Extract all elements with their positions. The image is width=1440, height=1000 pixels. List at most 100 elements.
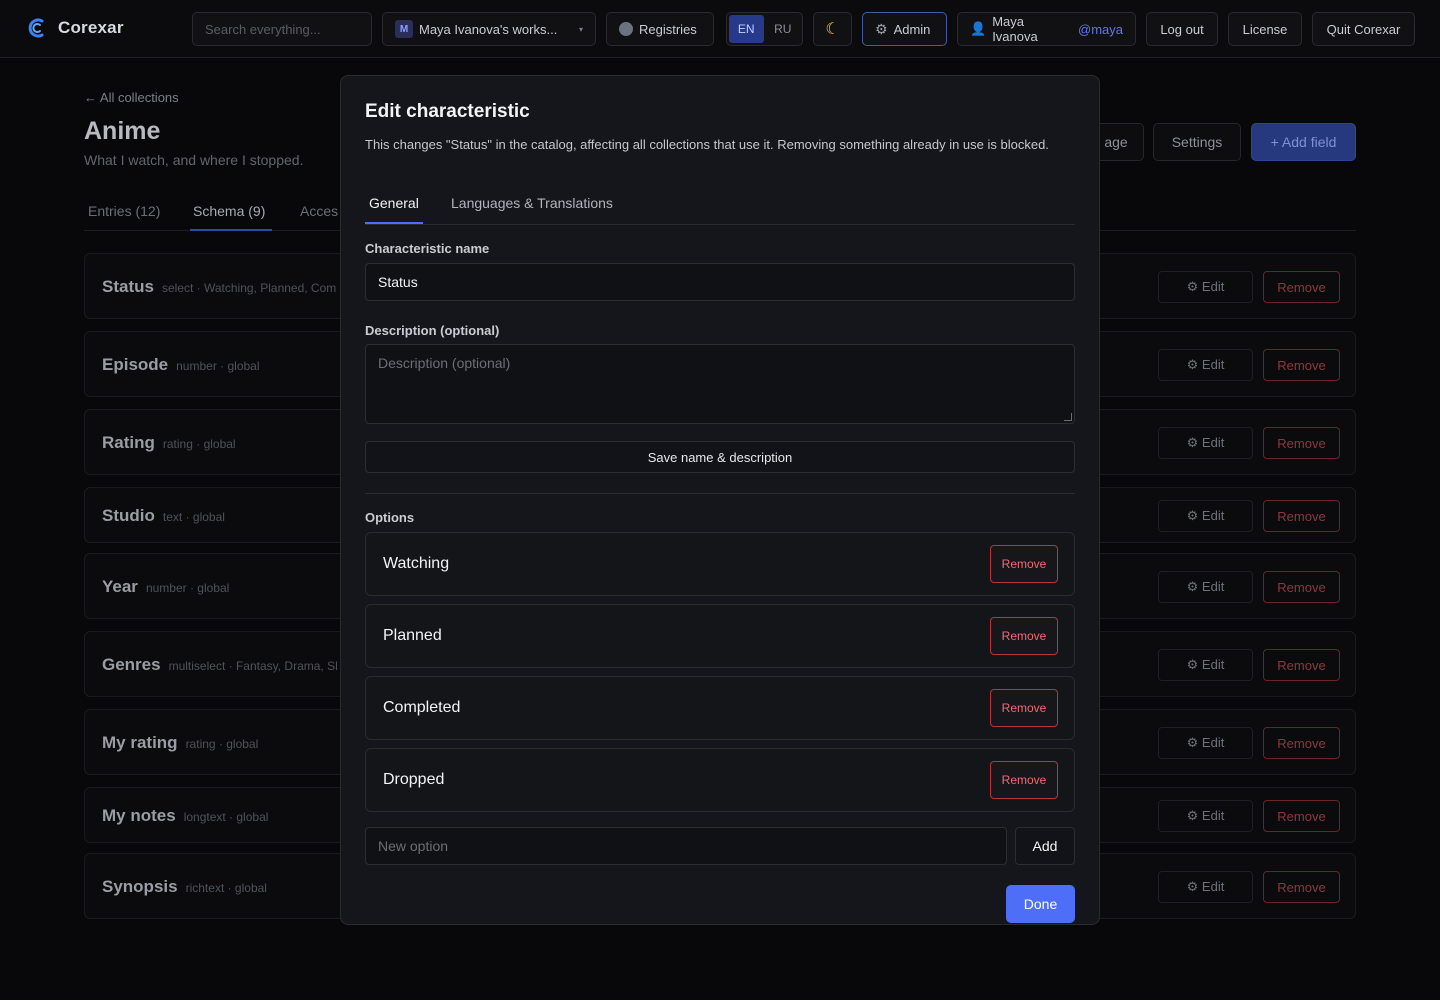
remove-field-button[interactable]: Remove xyxy=(1263,271,1340,303)
description-textarea[interactable]: Description (optional) xyxy=(365,344,1075,424)
field-name-text: Genres xyxy=(102,655,161,674)
field-name: Year number · global xyxy=(102,577,229,597)
field-name: Genres multiselect · Fantasy, Drama, Sl xyxy=(102,655,338,675)
resize-handle-icon[interactable] xyxy=(1064,413,1072,421)
edit-field-button[interactable]: ⚙ Edit xyxy=(1158,427,1253,459)
field-name: Episode number · global xyxy=(102,355,260,375)
logout-button[interactable]: Log out xyxy=(1146,12,1218,46)
active-tab-indicator xyxy=(190,229,272,231)
description-label: Description (optional) xyxy=(365,323,500,338)
gear-icon: ⚙ xyxy=(875,20,888,37)
registries-button[interactable]: Registries xyxy=(606,12,714,46)
edit-field-button[interactable]: ⚙ Edit xyxy=(1158,800,1253,832)
field-name: Studio text · global xyxy=(102,506,225,526)
user-name: Maya Ivanova xyxy=(992,14,1038,44)
field-name-text: Status xyxy=(102,277,154,296)
search-placeholder: Search everything... xyxy=(205,21,321,37)
settings-button[interactable]: Settings xyxy=(1153,123,1241,161)
remove-field-button[interactable]: Remove xyxy=(1263,349,1340,381)
done-button[interactable]: Done xyxy=(1006,885,1075,923)
quit-button[interactable]: Quit Corexar xyxy=(1312,12,1415,46)
admin-button[interactable]: ⚙ Admin xyxy=(862,12,947,46)
edit-field-button[interactable]: ⚙ Edit xyxy=(1158,649,1253,681)
add-field-button[interactable]: + Add field xyxy=(1251,123,1356,161)
user-icon: 👤 xyxy=(970,21,987,36)
moon-icon: ☾ xyxy=(825,21,840,38)
theme-toggle-button[interactable]: ☾ xyxy=(813,12,852,46)
edit-field-button[interactable]: ⚙ Edit xyxy=(1158,571,1253,603)
new-option-input[interactable]: New option xyxy=(365,827,1007,865)
new-option-placeholder: New option xyxy=(378,838,449,854)
name-value: Status xyxy=(378,274,418,290)
save-name-description-button[interactable]: Save name & description xyxy=(365,441,1075,473)
edit-field-button[interactable]: ⚙ Edit xyxy=(1158,349,1253,381)
top-bar: Corexar Search everything... M Maya Ivan… xyxy=(0,0,1440,58)
field-name-text: Rating xyxy=(102,433,155,452)
workspace-label: Maya Ivanova's works... xyxy=(419,21,558,37)
field-name: My rating rating · global xyxy=(102,733,258,753)
field-meta: rating · global xyxy=(162,437,236,451)
divider xyxy=(365,493,1075,494)
tab-entries[interactable]: Entries (12) xyxy=(88,203,160,219)
field-meta: rating · global xyxy=(185,737,259,751)
back-link-all-collections[interactable]: ← All collections xyxy=(84,90,179,105)
field-name-text: Episode xyxy=(102,355,169,374)
globe-icon xyxy=(619,22,633,36)
field-name: Synopsis richtext · global xyxy=(102,877,267,897)
option-row: Planned Remove xyxy=(365,604,1075,668)
characteristic-name-input[interactable]: Status xyxy=(365,263,1075,301)
option-label: Dropped xyxy=(383,771,445,788)
field-meta: longtext · global xyxy=(183,810,269,824)
name-label: Characteristic name xyxy=(365,241,490,256)
remove-option-button[interactable]: Remove xyxy=(990,617,1058,655)
language-switcher: EN RU xyxy=(726,12,803,46)
field-meta: multiselect · Fantasy, Drama, Sl xyxy=(168,659,338,673)
edit-characteristic-dialog: Edit characteristic This changes "Status… xyxy=(340,75,1100,925)
description-placeholder: Description (optional) xyxy=(378,355,511,371)
option-label: Completed xyxy=(383,699,461,716)
chevron-down-icon: ▾ xyxy=(578,24,583,34)
remove-option-button[interactable]: Remove xyxy=(990,689,1058,727)
edit-field-button[interactable]: ⚙ Edit xyxy=(1158,500,1253,532)
remove-field-button[interactable]: Remove xyxy=(1263,800,1340,832)
workspace-switcher[interactable]: M Maya Ivanova's works... ▾ xyxy=(382,12,596,46)
edit-field-button[interactable]: ⚙ Edit xyxy=(1158,871,1253,903)
brand[interactable]: Corexar xyxy=(26,17,124,39)
remove-field-button[interactable]: Remove xyxy=(1263,649,1340,681)
tab-languages-translations[interactable]: Languages & Translations xyxy=(451,195,613,211)
user-menu[interactable]: 👤 Maya Ivanova @maya xyxy=(957,12,1136,46)
option-label: Watching xyxy=(383,555,450,572)
option-row: Completed Remove xyxy=(365,676,1075,740)
remove-field-button[interactable]: Remove xyxy=(1263,571,1340,603)
edit-field-button[interactable]: ⚙ Edit xyxy=(1158,727,1253,759)
edit-field-button[interactable]: ⚙ Edit xyxy=(1158,271,1253,303)
field-meta: richtext · global xyxy=(185,881,267,895)
option-row: Watching Remove xyxy=(365,532,1075,596)
language-en-button[interactable]: EN xyxy=(729,15,764,43)
field-name-text: Year xyxy=(102,577,138,596)
add-option-button[interactable]: Add xyxy=(1015,827,1075,865)
page-subtitle: What I watch, and where I stopped. xyxy=(84,152,304,168)
tab-access[interactable]: Acces xyxy=(300,203,338,219)
options-label: Options xyxy=(365,510,415,525)
registries-label: Registries xyxy=(639,21,697,37)
page-title: Anime xyxy=(84,117,161,145)
license-button[interactable]: License xyxy=(1228,12,1302,46)
tab-schema[interactable]: Schema (9) xyxy=(193,203,265,219)
remove-field-button[interactable]: Remove xyxy=(1263,727,1340,759)
remove-field-button[interactable]: Remove xyxy=(1263,871,1340,903)
field-name: Status select · Watching, Planned, Com xyxy=(102,277,336,297)
remove-field-button[interactable]: Remove xyxy=(1263,500,1340,532)
app-name: Corexar xyxy=(58,18,124,37)
field-name-text: Synopsis xyxy=(102,877,178,896)
remove-option-button[interactable]: Remove xyxy=(990,545,1058,583)
global-search-input[interactable]: Search everything... xyxy=(192,12,372,46)
field-name-text: Studio xyxy=(102,506,155,525)
remove-field-button[interactable]: Remove xyxy=(1263,427,1340,459)
tab-general[interactable]: General xyxy=(369,195,419,211)
remove-option-button[interactable]: Remove xyxy=(990,761,1058,799)
language-ru-button[interactable]: RU xyxy=(766,15,801,43)
field-name: My notes longtext · global xyxy=(102,806,268,826)
field-name-text: My rating xyxy=(102,733,178,752)
dialog-tabs: General Languages & Translations xyxy=(365,189,1075,225)
